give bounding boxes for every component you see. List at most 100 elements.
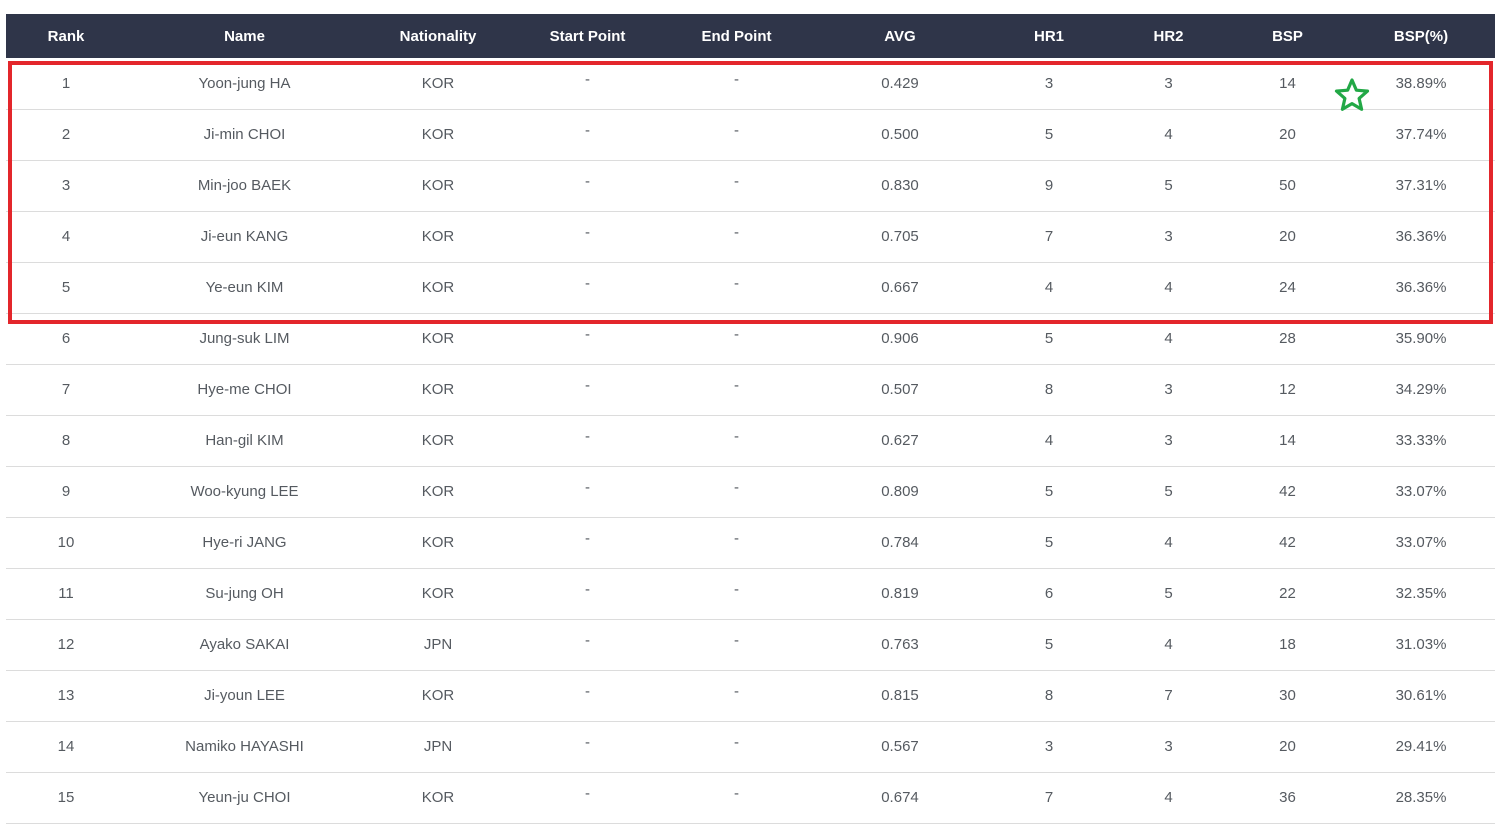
cell-end-point: - <box>734 173 739 190</box>
cell-start-point: - <box>585 275 590 292</box>
cell-bsp: 24 <box>1279 279 1296 296</box>
cell-name: Min-joo BAEK <box>197 177 292 194</box>
cell-bsp: 50 <box>1279 177 1296 194</box>
cell-avg: 0.567 <box>881 738 919 755</box>
cell-nationality: KOR <box>421 279 455 296</box>
cell-nationality: KOR <box>421 687 455 704</box>
cell-nationality: KOR <box>421 432 455 449</box>
cell-hr1: 5 <box>1044 534 1054 551</box>
cell-end-point: - <box>734 581 739 598</box>
column-header-rank[interactable]: Rank <box>6 14 126 58</box>
cell-hr1: 5 <box>1044 636 1054 653</box>
cell-hr1: 9 <box>1044 177 1054 194</box>
cell-start-point: - <box>585 785 590 802</box>
cell-start-point: - <box>585 173 590 190</box>
cell-hr1: 3 <box>1044 74 1054 92</box>
cell-bsp-percent: 29.41% <box>1395 738 1447 755</box>
star-outline-icon <box>1334 78 1370 111</box>
cell-hr2: 3 <box>1164 228 1173 245</box>
table-row: 4 Ji-eun KANG KOR - - 0.705 7 3 20 36.36% <box>6 211 1495 262</box>
cell-hr2: 5 <box>1164 483 1173 500</box>
cell-hr2: 4 <box>1164 126 1173 143</box>
cell-start-point: - <box>585 122 590 139</box>
cell-name: Ji-min CHOI <box>203 126 286 143</box>
cell-hr2: 4 <box>1164 330 1173 347</box>
table-row: 6 Jung-suk LIM KOR - - 0.906 5 4 28 35.90% <box>6 313 1495 364</box>
cell-end-point: - <box>734 479 739 496</box>
cell-bsp: 12 <box>1279 381 1296 398</box>
cell-nationality: KOR <box>421 330 455 347</box>
cell-rank: 10 <box>57 534 75 551</box>
cell-start-point: - <box>585 479 590 496</box>
cell-hr2: 5 <box>1164 585 1173 602</box>
cell-rank: 15 <box>57 789 75 806</box>
cell-name: Namiko HAYASHI <box>185 738 304 755</box>
cell-name: Jung-suk LIM <box>199 330 290 347</box>
cell-avg: 0.627 <box>881 432 919 449</box>
cell-rank: 7 <box>61 381 71 398</box>
cell-rank: 8 <box>61 432 71 449</box>
cell-avg: 0.763 <box>881 636 919 653</box>
cell-bsp: 14 <box>1279 74 1296 92</box>
cell-name: Su-jung OH <box>205 585 284 602</box>
cell-nationality: KOR <box>421 228 455 245</box>
cell-avg: 0.819 <box>881 585 919 602</box>
cell-rank: 1 <box>61 74 71 92</box>
column-header-name[interactable]: Name <box>126 14 363 58</box>
cell-bsp-percent: 28.35% <box>1395 789 1447 806</box>
cell-name: Ayako SAKAI <box>199 636 290 653</box>
cell-rank: 9 <box>61 483 71 500</box>
cell-end-point: - <box>734 224 739 241</box>
cell-hr2: 3 <box>1164 74 1173 92</box>
column-header-bsp-percent[interactable]: BSP(%) <box>1347 14 1495 58</box>
column-header-end-point[interactable]: End Point <box>662 14 811 58</box>
cell-nationality: KOR <box>421 534 455 551</box>
table-row: 2 Ji-min CHOI KOR - - 0.500 5 4 20 37.74% <box>6 109 1495 160</box>
table-body: 1 Yoon-jung HA KOR - -0.429 3 3 14 38.89% 2 Ji-min… <box>6 58 1495 823</box>
cell-hr1: 7 <box>1044 789 1054 806</box>
cell-name: Han-gil KIM <box>205 432 284 449</box>
cell-avg: 0.705 <box>881 228 919 245</box>
cell-name: Yoon-jung HA <box>198 74 291 92</box>
cell-name: Ji-youn LEE <box>204 687 285 704</box>
cell-hr2: 3 <box>1164 738 1173 755</box>
cell-hr1: 6 <box>1044 585 1054 602</box>
cell-start-point: - <box>585 224 590 241</box>
cell-end-point: - <box>734 734 739 751</box>
cell-hr1: 3 <box>1044 738 1054 755</box>
cell-rank: 4 <box>61 228 71 245</box>
column-header-bsp[interactable]: BSP <box>1228 14 1347 58</box>
cell-avg: 0.507 <box>881 381 919 398</box>
column-header-nationality[interactable]: Nationality <box>363 14 513 58</box>
column-header-hr2[interactable]: HR2 <box>1109 14 1228 58</box>
table-row: 10 Hye-ri JANG KOR - - 0.784 5 4 42 33.07% <box>6 517 1495 568</box>
table-row: 14 Namiko HAYASHI JPN - - 0.567 3 3 20 29.41% <box>6 721 1495 772</box>
table-row: 1 Yoon-jung HA KOR - -0.429 3 3 14 38.89% <box>6 58 1495 109</box>
cell-hr2: 7 <box>1164 687 1173 704</box>
cell-avg: 0.429 <box>881 74 919 92</box>
cell-hr1: 8 <box>1044 687 1054 704</box>
cell-end-point: - <box>734 275 739 292</box>
cell-rank: 3 <box>61 177 71 194</box>
column-header-hr1[interactable]: HR1 <box>989 14 1109 58</box>
cell-hr2: 4 <box>1164 534 1173 551</box>
cell-bsp: 20 <box>1279 126 1296 143</box>
table-row: 11 Su-jung OH KOR - - 0.819 6 5 22 32.35% <box>6 568 1495 619</box>
table-row: 12 Ayako SAKAI JPN - - 0.763 5 4 18 31.03% <box>6 619 1495 670</box>
cell-bsp-percent: 35.90% <box>1395 330 1447 347</box>
cell-rank: 12 <box>57 636 75 653</box>
cell-nationality: JPN <box>423 738 453 755</box>
cell-nationality: KOR <box>421 74 455 92</box>
cell-bsp: 14 <box>1279 432 1296 449</box>
cell-bsp-percent: 33.07% <box>1395 534 1447 551</box>
cell-hr1: 5 <box>1044 126 1054 143</box>
cell-start-point: - <box>585 683 590 700</box>
cell-start-point: - <box>585 70 590 88</box>
cell-avg: 0.500 <box>881 126 919 143</box>
cell-hr1: 5 <box>1044 330 1054 347</box>
cell-bsp-percent: 30.61% <box>1395 687 1447 704</box>
column-header-start-point[interactable]: Start Point <box>513 14 662 58</box>
cell-hr1: 8 <box>1044 381 1054 398</box>
cell-start-point: - <box>585 428 590 445</box>
column-header-avg[interactable]: AVG <box>811 14 989 58</box>
